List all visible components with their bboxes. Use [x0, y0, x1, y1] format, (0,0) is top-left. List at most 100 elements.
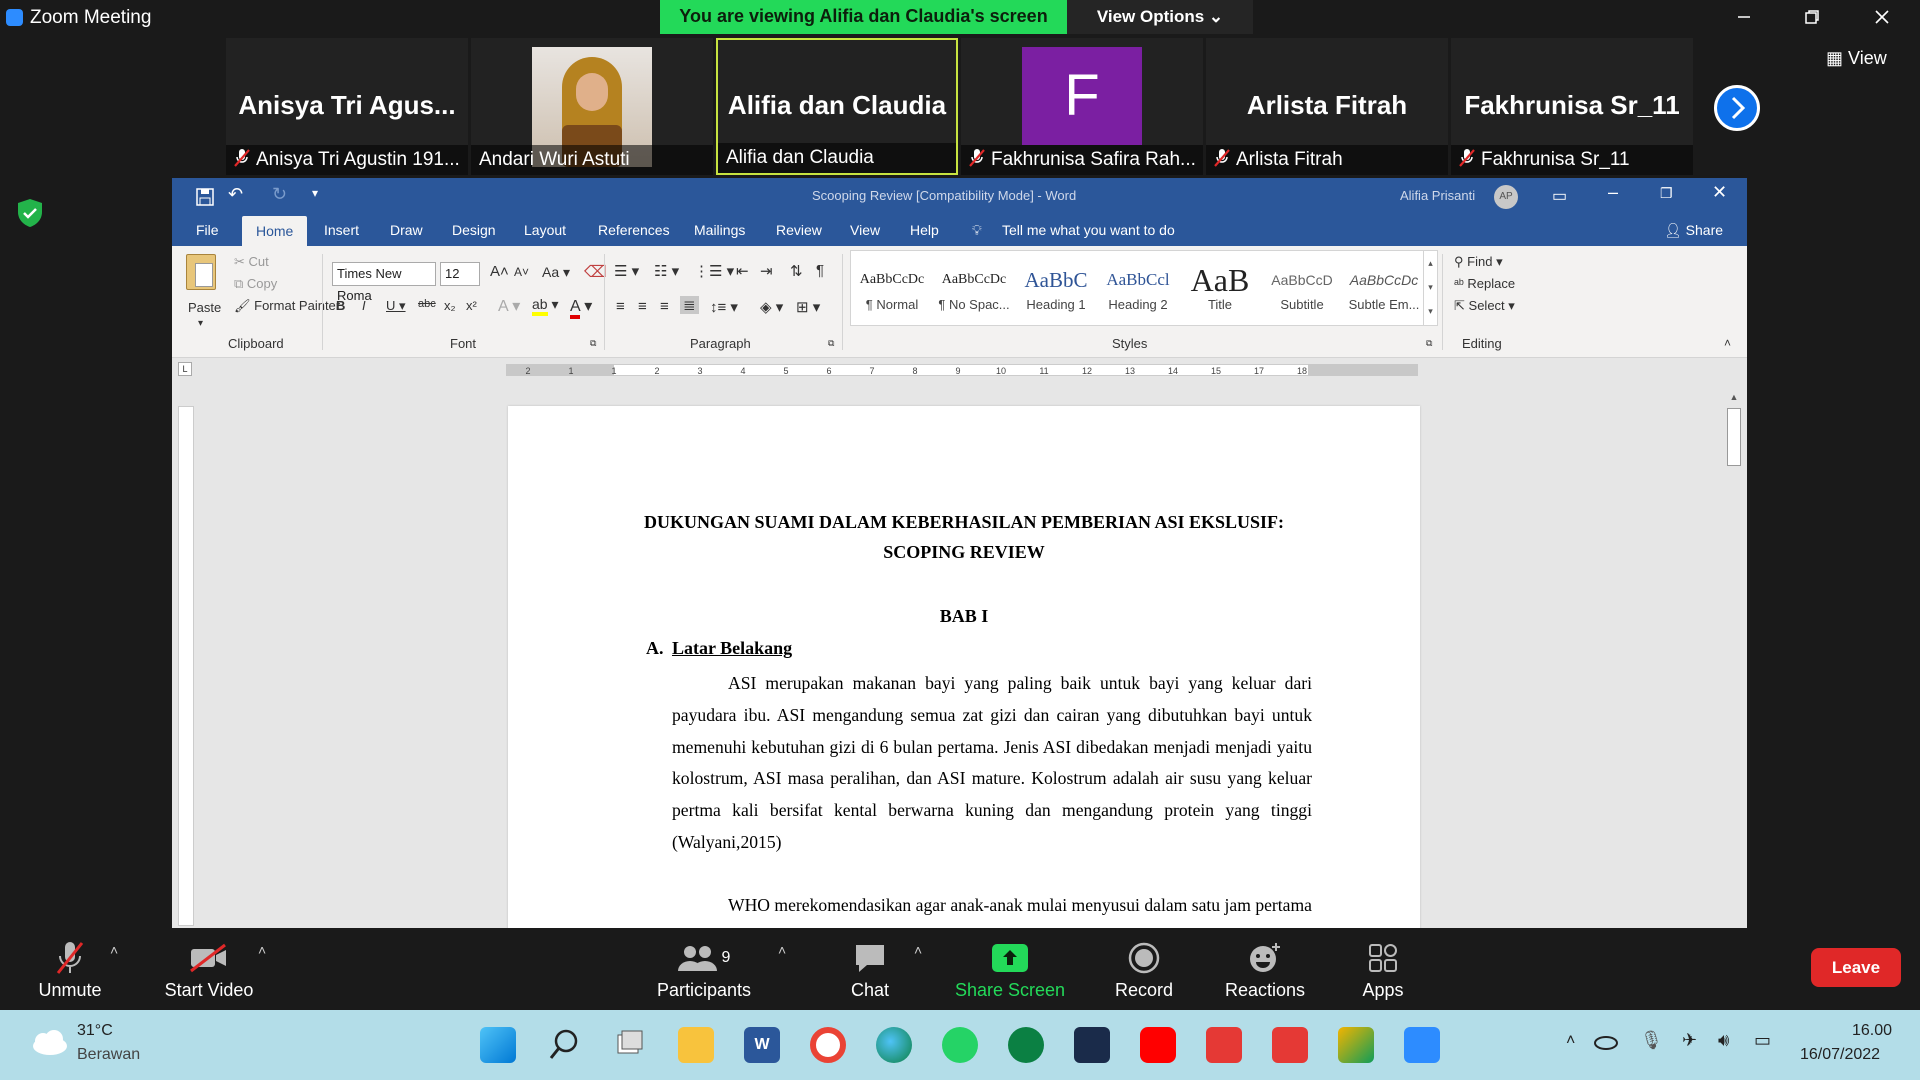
- italic-button[interactable]: I: [362, 298, 366, 313]
- dictionary-app-icon[interactable]: [1074, 1027, 1110, 1063]
- paste-icon[interactable]: [186, 254, 216, 290]
- superscript-button[interactable]: x²: [466, 298, 477, 313]
- tray-overflow-icon[interactable]: ˄: [1566, 1032, 1575, 1050]
- underline-button[interactable]: U ▾: [386, 298, 406, 314]
- align-left-icon[interactable]: ≡: [616, 298, 625, 315]
- tab-references[interactable]: References: [598, 214, 670, 246]
- tab-home[interactable]: Home: [242, 216, 308, 246]
- dialog-launcher-icon[interactable]: ⧉: [590, 338, 596, 349]
- view-options-button[interactable]: View Options ⌄: [1067, 0, 1253, 34]
- restore-button[interactable]: [1782, 0, 1842, 34]
- grow-font-icon[interactable]: A˄: [490, 263, 509, 280]
- unmute-button[interactable]: Unmute: [22, 936, 118, 1001]
- participants-button[interactable]: 9 Participants: [652, 936, 756, 1001]
- style-heading-1[interactable]: AaBbC Heading 1: [1017, 263, 1095, 323]
- tab-insert[interactable]: Insert: [324, 214, 359, 246]
- next-page-button[interactable]: [1714, 85, 1760, 131]
- microphone-icon[interactable]: 🎙︎: [1640, 1030, 1663, 1051]
- find-button[interactable]: ⚲ Find ▾: [1454, 254, 1503, 270]
- justify-icon[interactable]: ≣: [680, 296, 699, 314]
- borders-icon[interactable]: ⊞ ▾: [796, 298, 820, 316]
- tab-draw[interactable]: Draw: [390, 214, 423, 246]
- record-button[interactable]: Record: [1106, 936, 1182, 1001]
- minimize-button[interactable]: [1714, 0, 1774, 34]
- audio-options-caret[interactable]: ˄: [110, 942, 118, 958]
- styles-scroll[interactable]: ▴ ▾ ▾: [1423, 251, 1437, 325]
- paste-dropdown-icon[interactable]: ▾: [198, 318, 203, 329]
- start-video-button[interactable]: Start Video: [156, 936, 262, 1001]
- subscript-button[interactable]: x₂: [444, 298, 456, 313]
- video-options-caret[interactable]: ˄: [258, 942, 266, 958]
- edge-icon[interactable]: [876, 1027, 912, 1063]
- vertical-scrollbar[interactable]: ▲: [1726, 388, 1742, 926]
- change-case-icon[interactable]: Aa ▾: [542, 264, 570, 281]
- battery-icon[interactable]: ▭: [1754, 1030, 1771, 1051]
- zoom-taskbar-icon[interactable]: [1404, 1027, 1440, 1063]
- decrease-indent-icon[interactable]: ⇤: [736, 262, 749, 280]
- copy-button[interactable]: ⧉ Copy: [234, 276, 277, 292]
- video-player-icon[interactable]: [1206, 1027, 1242, 1063]
- tab-view[interactable]: View: [850, 214, 880, 246]
- scroll-up-arrow[interactable]: ▲: [1728, 392, 1740, 404]
- tab-design[interactable]: Design: [452, 214, 496, 246]
- paste-button[interactable]: Paste: [188, 300, 221, 315]
- increase-indent-icon[interactable]: ⇥: [760, 262, 773, 280]
- tell-me-search[interactable]: Tell me what you want to do: [1002, 214, 1175, 246]
- format-painter-button[interactable]: 🖌︎ Format Painter: [234, 298, 340, 314]
- tab-selector[interactable]: L: [178, 362, 192, 376]
- select-button[interactable]: ⇱ Select ▾: [1454, 298, 1515, 314]
- volume-icon[interactable]: 🔊︎: [1718, 1030, 1729, 1051]
- onedrive-icon[interactable]: [1592, 1032, 1618, 1050]
- participant-tile[interactable]: F Fakhrunisa Safira Rah...: [961, 38, 1203, 175]
- word-minimize-icon[interactable]: –: [1608, 182, 1618, 203]
- font-size-box[interactable]: 12: [440, 262, 480, 286]
- replace-button[interactable]: ᵃᵇ Replace: [1454, 276, 1515, 291]
- apps-button[interactable]: Apps: [1356, 936, 1410, 1001]
- scroll-thumb[interactable]: [1727, 408, 1741, 466]
- security-shield-icon[interactable]: [16, 198, 44, 228]
- style-subtitle[interactable]: AaBbCcD Subtitle: [1263, 263, 1341, 323]
- start-icon[interactable]: [480, 1027, 516, 1063]
- airplane-icon[interactable]: ✈︎: [1682, 1030, 1697, 1051]
- dialog-launcher-icon[interactable]: ⧉: [1426, 338, 1432, 349]
- participant-tile[interactable]: Arlista Fitrah Arlista Fitrah: [1206, 38, 1448, 175]
- participant-tile[interactable]: Anisya Tri Agus... Anisya Tri Agustin 19…: [226, 38, 468, 175]
- multilevel-list-icon[interactable]: ⋮☰ ▾: [694, 262, 734, 280]
- undo-icon[interactable]: ↶: [228, 184, 243, 205]
- clock-time[interactable]: 16.00: [1852, 1022, 1892, 1040]
- whatsapp-icon[interactable]: [942, 1027, 978, 1063]
- participant-tile[interactable]: Fakhrunisa Sr_11 Fakhrunisa Sr_11: [1451, 38, 1693, 175]
- style-title[interactable]: AaB Title: [1181, 263, 1259, 323]
- participant-tile[interactable]: Andari Wuri Astuti: [471, 38, 713, 175]
- style-subtle-emphasis[interactable]: AaBbCcDc Subtle Em...: [1345, 263, 1423, 323]
- style-heading-2[interactable]: AaBbCcl Heading 2: [1099, 263, 1177, 323]
- tab-mailings[interactable]: Mailings: [694, 214, 745, 246]
- align-right-icon[interactable]: ≡: [660, 298, 669, 315]
- word-icon[interactable]: W: [744, 1027, 780, 1063]
- clock-date[interactable]: 16/07/2022: [1800, 1046, 1880, 1064]
- collapse-ribbon-icon[interactable]: ˄: [1724, 336, 1731, 350]
- bold-button[interactable]: B: [336, 298, 345, 313]
- user-avatar[interactable]: AP: [1494, 185, 1518, 209]
- ribbon-display-icon[interactable]: ▭: [1552, 186, 1567, 206]
- chat-options-caret[interactable]: ˄: [914, 942, 922, 958]
- share-screen-button[interactable]: Share Screen: [952, 936, 1068, 1001]
- share-button[interactable]: 👤︎ Share: [1664, 214, 1723, 246]
- youtube-icon[interactable]: [1140, 1027, 1176, 1063]
- tab-help[interactable]: Help: [910, 214, 939, 246]
- font-name-box[interactable]: Times New Roma: [332, 262, 436, 303]
- app-icon[interactable]: [1008, 1027, 1044, 1063]
- search-icon[interactable]: [546, 1027, 582, 1063]
- font-color-icon[interactable]: A ▾: [570, 296, 592, 319]
- redo-icon[interactable]: ↻: [272, 184, 287, 205]
- participant-tile-active-speaker[interactable]: Alifia dan Claudia Alifia dan Claudia: [716, 38, 958, 175]
- chat-button[interactable]: Chat: [840, 936, 900, 1001]
- app-icon[interactable]: [1338, 1027, 1374, 1063]
- task-view-icon[interactable]: [612, 1027, 648, 1063]
- dialog-launcher-icon[interactable]: ⧉: [828, 338, 834, 349]
- shading-icon[interactable]: ◈ ▾: [760, 298, 783, 316]
- line-spacing-icon[interactable]: ↕≡ ▾: [710, 298, 738, 316]
- quick-access-dropdown-icon[interactable]: ▾: [312, 186, 318, 200]
- sort-icon[interactable]: ⇅: [790, 262, 803, 280]
- pilcrow-icon[interactable]: ¶: [816, 262, 824, 279]
